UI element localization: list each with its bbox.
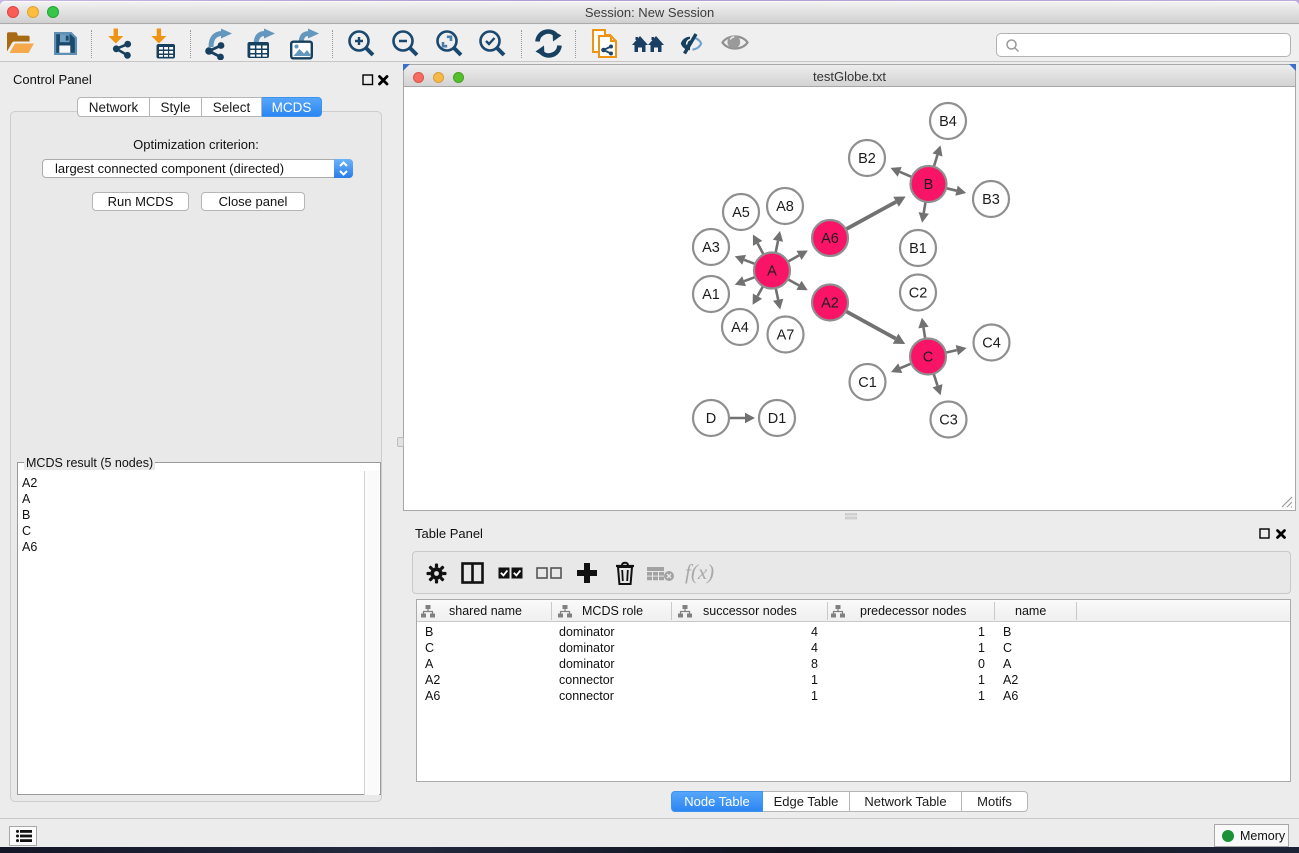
svg-text:B3: B3 [982,192,1000,208]
svg-text:B2: B2 [858,151,876,167]
svg-text:A5: A5 [732,205,750,221]
svg-text:B1: B1 [909,241,927,257]
svg-text:A: A [767,264,777,280]
svg-text:C4: C4 [982,336,1001,352]
svg-text:B: B [924,177,934,193]
svg-text:A1: A1 [702,287,720,303]
svg-text:C1: C1 [858,375,877,391]
svg-text:C: C [923,350,933,366]
svg-text:A2: A2 [821,296,839,312]
svg-text:A6: A6 [821,231,839,247]
svg-text:B4: B4 [939,114,957,130]
svg-text:A3: A3 [702,240,720,256]
svg-text:D: D [706,411,716,427]
svg-text:A8: A8 [776,199,794,215]
svg-text:D1: D1 [768,411,787,427]
svg-text:A7: A7 [777,328,795,344]
svg-text:C2: C2 [909,286,928,302]
svg-text:C3: C3 [939,413,958,429]
svg-text:A4: A4 [731,320,749,336]
